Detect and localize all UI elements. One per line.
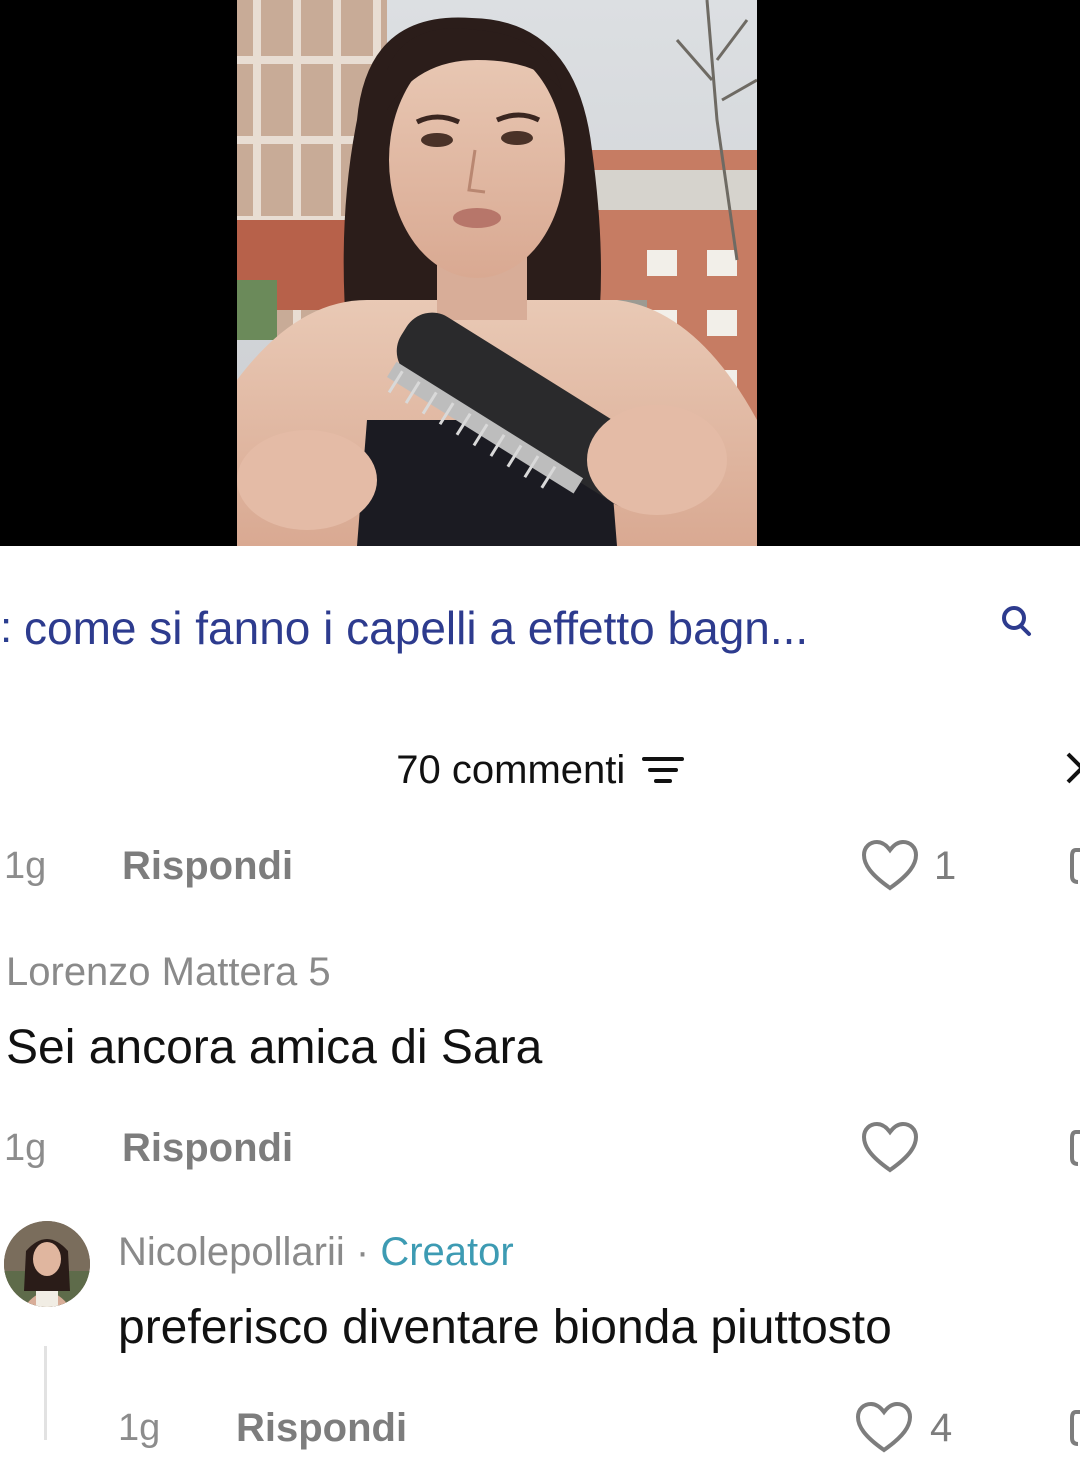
video-frame bbox=[237, 0, 757, 546]
video-thumbnail bbox=[237, 0, 757, 546]
creator-badge: Creator bbox=[380, 1230, 514, 1274]
comment-time: 1g bbox=[4, 1127, 47, 1169]
related-search-query[interactable]: come si fanno i capelli a effetto bagn..… bbox=[24, 598, 808, 658]
comment-meta-row: 1g Rispondi 1 bbox=[0, 836, 1080, 896]
search-prefix: : bbox=[0, 603, 13, 652]
username-separator: · bbox=[344, 1230, 381, 1274]
comment-username[interactable]: Nicolepollarii bbox=[118, 1230, 345, 1274]
dislike-icon[interactable] bbox=[1070, 1408, 1080, 1448]
comment-time: 1g bbox=[4, 845, 47, 887]
comment-meta-row: 1g Rispondi 4 bbox=[0, 1398, 1080, 1458]
sort-icon[interactable] bbox=[641, 755, 684, 785]
comment-text: Sei ancora amica di Sara bbox=[6, 1021, 543, 1074]
comments-header: 70 commenti bbox=[0, 740, 1080, 800]
search-icon[interactable] bbox=[996, 602, 1036, 642]
dislike-icon[interactable] bbox=[1070, 1128, 1080, 1168]
reply-button[interactable]: Rispondi bbox=[236, 1398, 407, 1458]
comment-meta-row: 1g Rispondi bbox=[0, 1118, 1080, 1178]
heart-icon[interactable] bbox=[860, 838, 920, 894]
close-icon[interactable] bbox=[1066, 748, 1080, 788]
dislike-icon[interactable] bbox=[1070, 846, 1080, 886]
comment-time: 1g bbox=[118, 1407, 161, 1449]
reply-button[interactable]: Rispondi bbox=[122, 1118, 293, 1178]
related-search-bar[interactable]: : come si fanno i capelli a effetto bagn… bbox=[0, 590, 1080, 680]
avatar-image bbox=[4, 1221, 90, 1307]
creator-comment-header: Nicolepollarii · Creator bbox=[118, 1224, 514, 1280]
comment-text: preferisco diventare bionda piuttosto bbox=[118, 1301, 892, 1354]
video-player[interactable] bbox=[0, 0, 1080, 546]
like-count: 1 bbox=[934, 844, 957, 888]
reply-button[interactable]: Rispondi bbox=[122, 836, 293, 896]
comments-count-title: 70 commenti bbox=[396, 748, 626, 792]
heart-icon[interactable] bbox=[860, 1120, 920, 1176]
heart-icon[interactable] bbox=[854, 1400, 914, 1456]
avatar[interactable] bbox=[4, 1221, 90, 1307]
like-count: 4 bbox=[930, 1406, 953, 1450]
comment-username[interactable]: Lorenzo Mattera 5 bbox=[6, 944, 331, 1000]
